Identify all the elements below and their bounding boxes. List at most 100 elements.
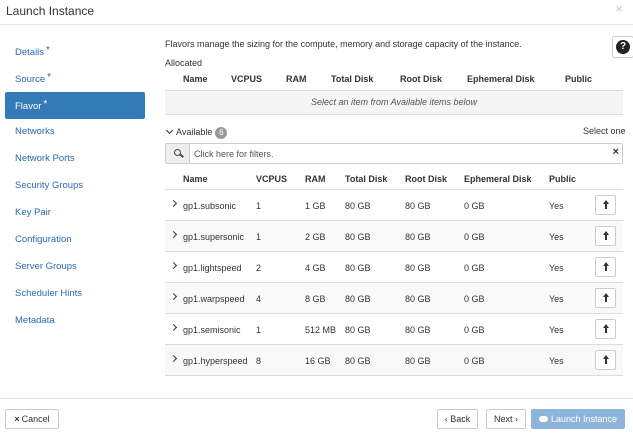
col-vcpus: VCPUS	[256, 174, 288, 184]
cell-name: gp1.semisonic	[183, 325, 241, 335]
cell-vcpus: 8	[256, 356, 262, 366]
cell-public: Yes	[549, 356, 564, 366]
col-root-disk: Root Disk	[400, 74, 443, 84]
cloud-upload-icon	[538, 416, 548, 422]
col-root-disk: Root Disk	[405, 174, 448, 184]
cell-total-disk: 80 GB	[345, 263, 371, 273]
sidebar-item-label: Key Pair	[15, 207, 51, 218]
col-public: Public	[549, 174, 577, 184]
col-ephemeral-disk: Ephemeral Disk	[464, 174, 532, 184]
sidebar-item-label: Configuration	[15, 234, 72, 245]
sidebar-item-label: Security Groups	[15, 180, 84, 191]
sidebar-item-label: Flavor	[15, 101, 42, 112]
sidebar-item-server-groups[interactable]: Server Groups	[5, 254, 145, 281]
col-vcpus: VCPUS	[231, 74, 263, 84]
search-icon[interactable]	[166, 144, 190, 163]
cell-ram: 1 GB	[305, 201, 326, 211]
help-button[interactable]: ?	[612, 36, 633, 58]
cell-name: gp1.subsonic	[183, 201, 237, 211]
cell-ram: 512 MB	[305, 325, 337, 335]
sidebar-item-details[interactable]: Details *	[5, 38, 145, 65]
chevron-right-icon: ›	[515, 414, 519, 424]
question-circle-icon: ?	[616, 40, 630, 54]
cell-name: gp1.hyperspeed	[183, 356, 248, 366]
allocate-button[interactable]	[595, 226, 616, 246]
sidebar-item-metadata[interactable]: Metadata	[5, 308, 145, 335]
available-table-header: Name VCPUS RAM Total Disk Root Disk Ephe…	[165, 168, 623, 190]
clear-filter-icon[interactable]: ×	[613, 147, 619, 158]
available-toggle[interactable]: Available 6	[165, 126, 228, 139]
sidebar-item-label: Network Ports	[15, 153, 75, 164]
close-icon[interactable]: ×	[615, 2, 623, 15]
required-marker: *	[43, 99, 48, 110]
sidebar-item-flavor[interactable]: Flavor *	[5, 92, 145, 119]
cell-vcpus: 1	[256, 201, 262, 211]
cell-ephemeral-disk: 0 GB	[464, 325, 485, 335]
available-flavors-table: gp1.subsonic 1 1 GB 80 GB 80 GB 0 GB Yes gp1.su…	[165, 190, 623, 376]
sidebar-item-key-pair[interactable]: Key Pair	[5, 200, 145, 227]
cell-total-disk: 80 GB	[345, 356, 371, 366]
allocate-button[interactable]	[595, 350, 616, 370]
sidebar-item-security-groups[interactable]: Security Groups	[5, 173, 145, 200]
cell-ephemeral-disk: 0 GB	[464, 201, 485, 211]
sidebar-item-network-ports[interactable]: Network Ports	[5, 146, 145, 173]
chevron-right-icon[interactable]	[169, 230, 178, 239]
chevron-right-icon[interactable]	[169, 199, 178, 208]
cell-vcpus: 1	[256, 325, 262, 335]
filter-bar: ×	[165, 143, 623, 164]
sidebar-item-source[interactable]: Source *	[5, 65, 145, 92]
cell-ram: 4 GB	[305, 263, 326, 273]
sidebar-item-networks[interactable]: Networks	[5, 119, 145, 146]
modal-header: Launch Instance ×	[0, 0, 633, 25]
cell-ephemeral-disk: 0 GB	[464, 232, 485, 242]
filter-input[interactable]	[194, 148, 594, 160]
allocate-button[interactable]	[595, 319, 616, 339]
modal-title: Launch Instance	[6, 4, 95, 18]
cell-vcpus: 1	[256, 232, 262, 242]
cell-root-disk: 80 GB	[405, 294, 431, 304]
cell-total-disk: 80 GB	[345, 232, 371, 242]
chevron-left-icon: ‹	[444, 414, 448, 424]
chevron-right-icon[interactable]	[169, 292, 178, 301]
cell-total-disk: 80 GB	[345, 325, 371, 335]
col-ram: RAM	[305, 174, 326, 184]
next-button[interactable]: Next ›	[486, 409, 526, 429]
required-marker: *	[47, 72, 52, 83]
allocate-button[interactable]	[595, 257, 616, 277]
allocate-button[interactable]	[595, 288, 616, 308]
cell-ephemeral-disk: 0 GB	[464, 294, 485, 304]
allocate-button[interactable]	[595, 195, 616, 215]
col-public: Public	[565, 74, 593, 84]
chevron-right-icon[interactable]	[169, 354, 178, 363]
cell-root-disk: 80 GB	[405, 263, 431, 273]
cell-root-disk: 80 GB	[405, 325, 431, 335]
sidebar-item-label: Networks	[15, 126, 55, 137]
col-name: Name	[183, 74, 208, 84]
sidebar-item-scheduler-hints[interactable]: Scheduler Hints	[5, 281, 145, 308]
launch-instance-button[interactable]: Launch Instance	[531, 409, 625, 429]
allocated-empty-message: Select an item from Available items belo…	[165, 90, 623, 115]
cell-root-disk: 80 GB	[405, 356, 431, 366]
col-ephemeral-disk: Ephemeral Disk	[467, 74, 535, 84]
cell-public: Yes	[549, 263, 564, 273]
cancel-button[interactable]: × Cancel	[5, 409, 59, 429]
sidebar-item-label: Server Groups	[15, 261, 77, 272]
select-one-hint: Select one	[583, 126, 626, 136]
chevron-right-icon[interactable]	[169, 261, 178, 270]
table-row: gp1.lightspeed 2 4 GB 80 GB 80 GB 0 GB Yes	[165, 252, 623, 283]
cell-vcpus: 4	[256, 294, 262, 304]
sidebar-item-configuration[interactable]: Configuration	[5, 227, 145, 254]
chevron-right-icon[interactable]	[169, 323, 178, 332]
col-total-disk: Total Disk	[345, 174, 388, 184]
back-button[interactable]: ‹ Back	[437, 409, 478, 429]
cell-name: gp1.warpspeed	[183, 294, 245, 304]
col-name: Name	[183, 174, 208, 184]
sidebar-item-label: Source	[15, 74, 46, 85]
cell-total-disk: 80 GB	[345, 294, 371, 304]
cell-root-disk: 80 GB	[405, 232, 431, 242]
col-ram: RAM	[286, 74, 307, 84]
cell-ephemeral-disk: 0 GB	[464, 356, 485, 366]
cell-public: Yes	[549, 232, 564, 242]
cell-ram: 16 GB	[305, 356, 331, 366]
table-row: gp1.supersonic 1 2 GB 80 GB 80 GB 0 GB Yes	[165, 221, 623, 252]
